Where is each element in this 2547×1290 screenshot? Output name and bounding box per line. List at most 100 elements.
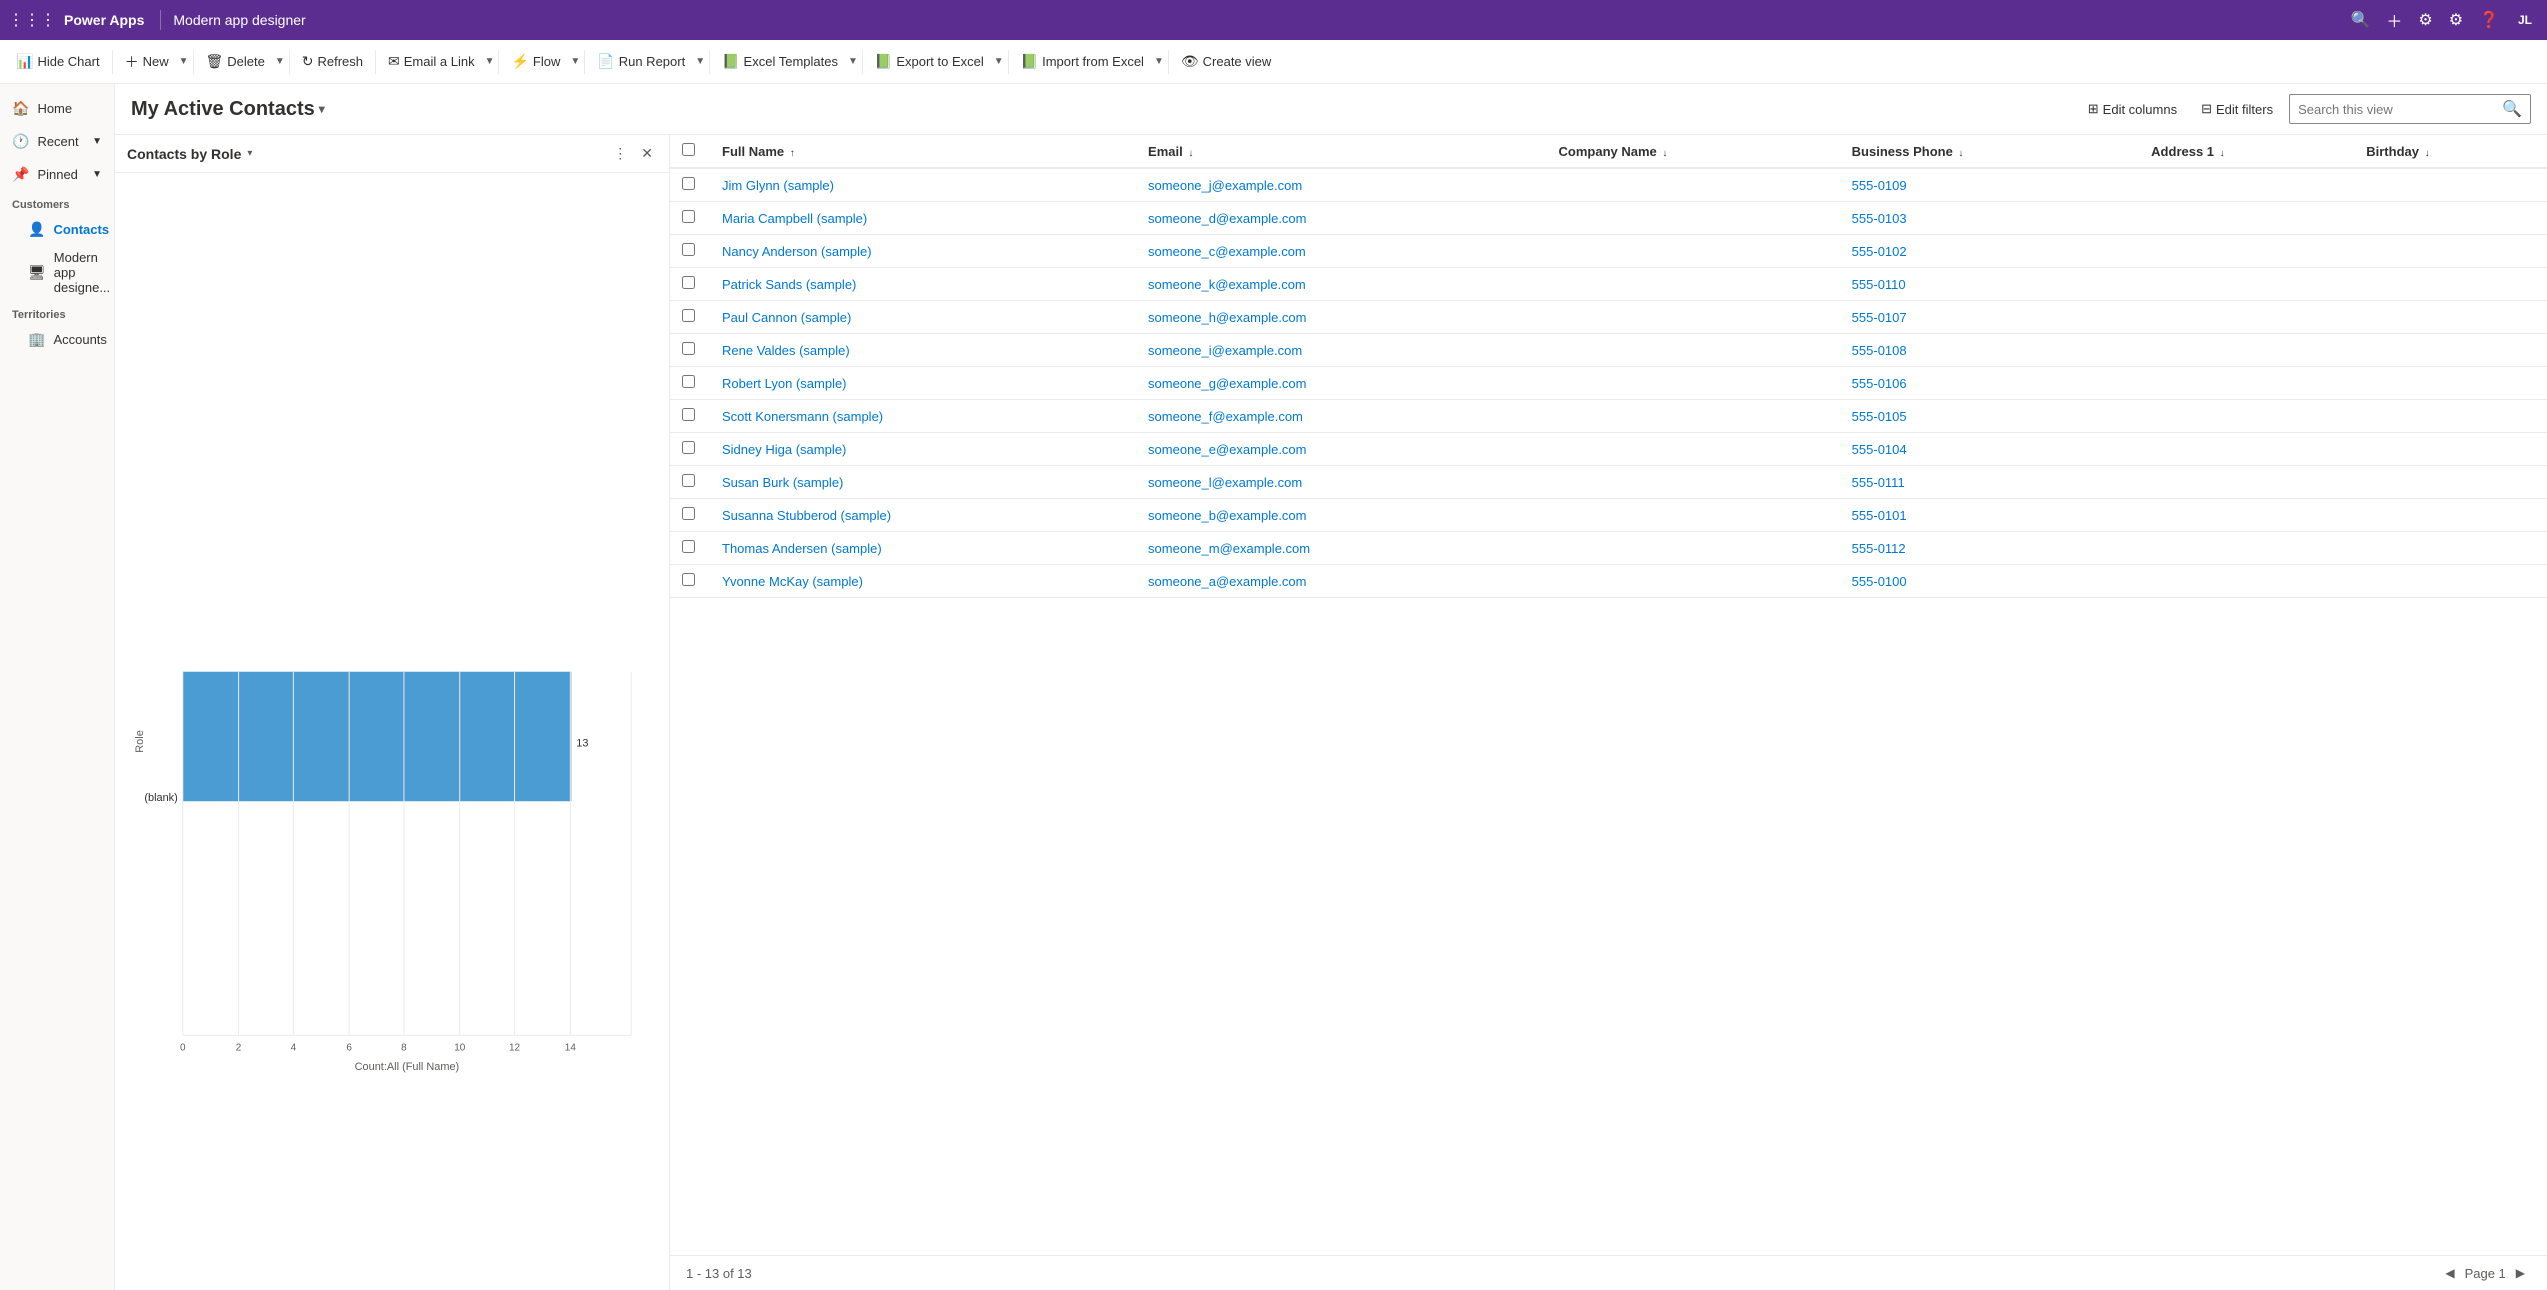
chart-title-arrow[interactable]: ▾ [247,148,252,159]
company-name-header[interactable]: Company Name ↓ [1547,135,1840,168]
row-checkbox-cell[interactable] [670,301,710,334]
row-email[interactable]: someone_d@example.com [1136,202,1546,235]
edit-columns-button[interactable]: ⊞ Edit columns [2080,97,2185,121]
row-checkbox-cell[interactable] [670,400,710,433]
row-name[interactable]: Paul Cannon (sample) [710,301,1136,334]
row-checkbox[interactable] [682,342,695,355]
import-dropdown-arrow[interactable]: ▼ [1154,56,1164,67]
row-name[interactable]: Patrick Sands (sample) [710,268,1136,301]
flow-button[interactable]: ⚡ Flow [503,49,568,74]
row-name[interactable]: Yvonne McKay (sample) [710,565,1136,598]
full-name-header[interactable]: Full Name ↑ [710,135,1136,168]
address1-header[interactable]: Address 1 ↓ [2139,135,2354,168]
delete-dropdown-arrow[interactable]: ▼ [275,56,285,67]
business-phone-header[interactable]: Business Phone ↓ [1840,135,2140,168]
sidebar-item-home[interactable]: 🏠 Home [0,92,114,125]
settings-nav-icon[interactable]: ⚙ [2445,6,2467,34]
row-checkbox[interactable] [682,243,695,256]
prev-page-button[interactable]: ◀ [2439,1264,2460,1282]
row-name[interactable]: Susanna Stubberod (sample) [710,499,1136,532]
row-checkbox-cell[interactable] [670,565,710,598]
help-nav-icon[interactable]: ❓ [2475,6,2503,34]
chart-more-options-icon[interactable]: ⋮ [609,143,631,164]
row-email[interactable]: someone_b@example.com [1136,499,1546,532]
new-dropdown-arrow[interactable]: ▼ [179,56,189,67]
row-checkbox-cell[interactable] [670,202,710,235]
export-excel-button[interactable]: 📗 Export to Excel [867,49,992,74]
row-checkbox[interactable] [682,210,695,223]
row-name[interactable]: Rene Valdes (sample) [710,334,1136,367]
next-page-button[interactable]: ▶ [2510,1264,2531,1282]
row-email[interactable]: someone_f@example.com [1136,400,1546,433]
row-email[interactable]: someone_h@example.com [1136,301,1546,334]
row-email[interactable]: someone_c@example.com [1136,235,1546,268]
sidebar-item-pinned[interactable]: 📌 Pinned ▼ [0,158,114,191]
row-checkbox[interactable] [682,309,695,322]
row-email[interactable]: someone_i@example.com [1136,334,1546,367]
import-excel-button[interactable]: 📗 Import from Excel [1013,49,1152,74]
run-report-dropdown-arrow[interactable]: ▼ [695,56,705,67]
add-nav-icon[interactable]: ＋ [2382,4,2406,36]
row-email[interactable]: someone_k@example.com [1136,268,1546,301]
row-checkbox[interactable] [682,276,695,289]
row-name[interactable]: Nancy Anderson (sample) [710,235,1136,268]
row-checkbox[interactable] [682,441,695,454]
row-checkbox[interactable] [682,375,695,388]
row-checkbox-cell[interactable] [670,433,710,466]
row-name[interactable]: Susan Burk (sample) [710,466,1136,499]
row-checkbox[interactable] [682,573,695,586]
row-name[interactable]: Robert Lyon (sample) [710,367,1136,400]
flow-dropdown-arrow[interactable]: ▼ [570,56,580,67]
row-email[interactable]: someone_a@example.com [1136,565,1546,598]
select-all-header[interactable] [670,135,710,168]
row-checkbox[interactable] [682,507,695,520]
excel-templates-button[interactable]: 📗 Excel Templates [714,49,846,74]
sidebar-item-contacts[interactable]: 👤 Contacts [0,215,114,244]
create-view-button[interactable]: 👁 Create view [1173,49,1279,74]
row-name[interactable]: Jim Glynn (sample) [710,168,1136,202]
row-name[interactable]: Sidney Higa (sample) [710,433,1136,466]
row-email[interactable]: someone_m@example.com [1136,532,1546,565]
grid-table-wrapper[interactable]: Full Name ↑ Email ↓ Company Name ↓ Busin… [670,135,2547,1255]
sidebar-item-modern-app[interactable]: 🖥 Modern app designe... [0,244,114,301]
row-email[interactable]: someone_j@example.com [1136,168,1546,202]
user-avatar[interactable]: JL [2511,6,2539,34]
search-input[interactable] [2298,102,2498,117]
row-checkbox[interactable] [682,540,695,553]
edit-filters-button[interactable]: ⊟ Edit filters [2193,97,2281,121]
excel-templates-dropdown-arrow[interactable]: ▼ [848,56,858,67]
row-email[interactable]: someone_g@example.com [1136,367,1546,400]
filter-nav-icon[interactable]: ⚙ [2414,6,2436,34]
row-checkbox-cell[interactable] [670,367,710,400]
birthday-header[interactable]: Birthday ↓ [2354,135,2547,168]
email-header[interactable]: Email ↓ [1136,135,1546,168]
row-checkbox-cell[interactable] [670,268,710,301]
export-dropdown-arrow[interactable]: ▼ [994,56,1004,67]
delete-button[interactable]: 🗑 Delete [198,49,273,74]
row-checkbox[interactable] [682,474,695,487]
refresh-button[interactable]: ↻ Refresh [294,49,371,74]
run-report-button[interactable]: 📄 Run Report [589,49,693,74]
search-nav-icon[interactable]: 🔍 [2346,6,2374,34]
row-checkbox-cell[interactable] [670,532,710,565]
row-checkbox-cell[interactable] [670,499,710,532]
hide-chart-button[interactable]: 📊 Hide Chart [8,49,108,74]
row-checkbox-cell[interactable] [670,168,710,202]
row-checkbox-cell[interactable] [670,235,710,268]
row-name[interactable]: Maria Campbell (sample) [710,202,1136,235]
chart-close-icon[interactable]: ✕ [637,143,657,164]
row-name[interactable]: Scott Konersmann (sample) [710,400,1136,433]
row-email[interactable]: someone_l@example.com [1136,466,1546,499]
row-checkbox[interactable] [682,177,695,190]
sidebar-item-accounts[interactable]: 🏢 Accounts [0,325,114,354]
email-link-button[interactable]: ✉ Email a Link [380,49,483,74]
new-button[interactable]: ＋ New [117,48,177,76]
select-all-checkbox[interactable] [682,143,695,156]
row-name[interactable]: Thomas Andersen (sample) [710,532,1136,565]
row-checkbox-cell[interactable] [670,466,710,499]
grid-menu-icon[interactable]: ⋮⋮⋮ [8,10,56,30]
row-email[interactable]: someone_e@example.com [1136,433,1546,466]
row-checkbox-cell[interactable] [670,334,710,367]
view-title[interactable]: My Active Contacts ▾ [131,98,325,121]
email-dropdown-arrow[interactable]: ▼ [485,56,495,67]
